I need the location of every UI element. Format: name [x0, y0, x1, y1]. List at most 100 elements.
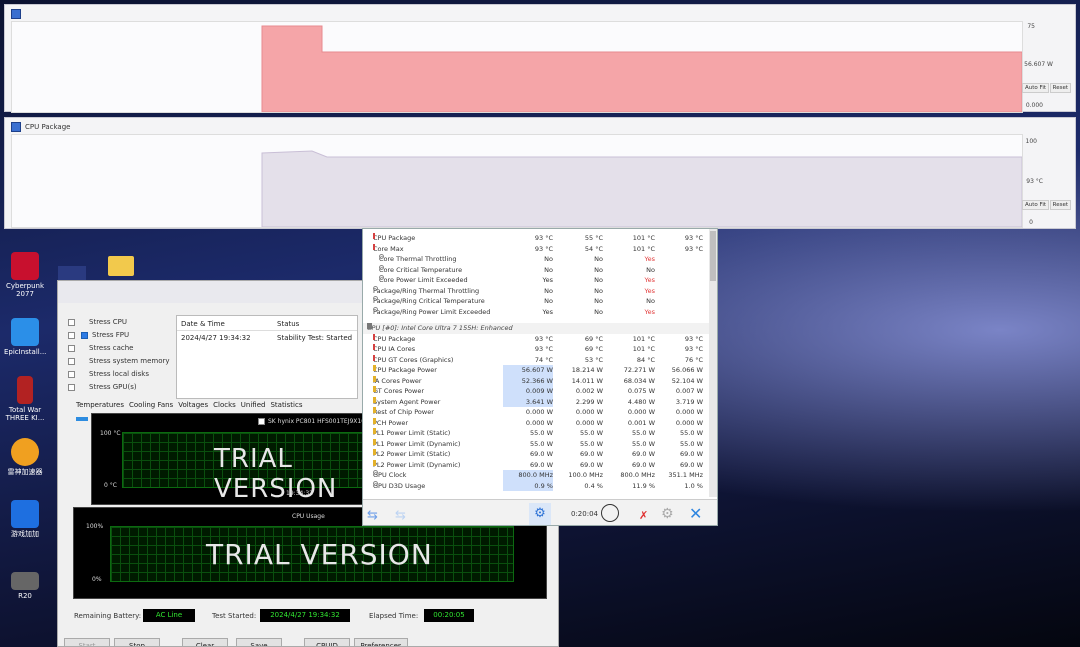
clear-button[interactable]: Clear: [182, 638, 228, 646]
folder-icon[interactable]: [108, 256, 134, 276]
checked-icon: [81, 331, 88, 339]
sensor-average-value: 0.000 W: [675, 418, 703, 427]
power-graph-autofit-button[interactable]: Auto Fit: [1022, 83, 1049, 93]
tab-statistics[interactable]: Statistics: [270, 401, 302, 409]
sensor-row[interactable]: CPU GT Cores (Graphics) 74 °C 53 °C 84 °C 76…: [363, 354, 709, 366]
stress-disks-checkbox[interactable]: [68, 370, 75, 378]
cyberpunk-icon: [11, 252, 39, 280]
reset-icon[interactable]: ✗: [639, 509, 648, 522]
sensor-current-value: 0.009 W: [503, 386, 553, 397]
settings-icon[interactable]: ⚙: [661, 506, 674, 522]
sensor-row[interactable]: Package/Ring Critical Temperature No No No: [363, 296, 709, 307]
cpu-graph-max: 100: [1025, 138, 1037, 145]
tab-clocks[interactable]: Clocks: [213, 401, 236, 409]
stress-gpu-option[interactable]: Stress GPU(s): [68, 383, 137, 391]
desktop-icon-label: Total War THREE KI...: [5, 406, 45, 422]
save-button[interactable]: Save: [236, 638, 282, 646]
arrows-left-right-icon[interactable]: ⇆: [367, 508, 378, 523]
tab-voltages[interactable]: Voltages: [178, 401, 208, 409]
sensor-label: Core Critical Temperature: [379, 264, 463, 274]
cpu-graph-reset-button[interactable]: Reset: [1049, 200, 1071, 210]
sensor-minimum-value: 0.000 W: [575, 408, 603, 416]
sensor-row[interactable]: GT Cores Power 0.009 W 0.002 W 0.075 W 0.007…: [363, 386, 709, 397]
tab-unified[interactable]: Unified: [241, 401, 266, 409]
stress-cpu-option[interactable]: Stress CPU: [68, 318, 127, 326]
sensor-row[interactable]: Package/Ring Power Limit Exceeded Yes No Ye…: [363, 306, 709, 318]
stress-disks-option[interactable]: Stress local disks: [68, 370, 149, 378]
scrollbar-thumb[interactable]: [710, 231, 716, 281]
status-circle-icon: [379, 254, 384, 259]
desktop-icon-r20[interactable]: R20: [4, 572, 46, 600]
cpu-graph-autofit-button[interactable]: Auto Fit: [1022, 200, 1049, 210]
sensor-scrollbar[interactable]: [709, 229, 717, 497]
stress-cache-checkbox[interactable]: [68, 344, 75, 352]
sensor-minimum-value: 55.0 W: [580, 429, 603, 437]
r20-icon: [11, 572, 39, 590]
sensor-average-value: 56.066 W: [671, 366, 703, 374]
sensor-row[interactable]: PL2 Power Limit (Static) 69.0 W 69.0 W 69.0…: [363, 449, 709, 460]
sensor-row[interactable]: GPU D3D Usage 0.9 % 0.4 % 11.9 % 1.0 %: [363, 480, 709, 491]
desktop-icon-cyberpunk[interactable]: Cyberpunk 2077: [4, 252, 46, 298]
sensor-row[interactable]: Rest of Chip Power 0.000 W 0.000 W 0.000 W 0…: [363, 407, 709, 418]
sensor-row[interactable]: CPU IA Cores 93 °C 69 °C 101 °C 93 °C: [363, 344, 709, 355]
desktop-icon-leishen[interactable]: 雷神加速器: [4, 438, 46, 476]
sensor-group-header[interactable]: CPU [#0]: Intel Core Ultra 7 155H: Enhan…: [363, 323, 709, 334]
sensor-row[interactable]: PCH Power 0.000 W 0.000 W 0.001 W 0.000 W: [363, 417, 709, 429]
sensor-status-window: CPU Package 93 °C 55 °C 101 °C 93 °C Core Max…: [362, 228, 718, 526]
sensor-row[interactable]: CPU Package 93 °C 69 °C 101 °C 93 °C: [363, 333, 709, 345]
sensor-current-value: 55.0 W: [530, 439, 553, 448]
sensor-maximum-value: 68.034 W: [623, 376, 655, 385]
stress-memory-option[interactable]: Stress system memory: [68, 357, 170, 365]
close-icon[interactable]: ✕: [689, 504, 702, 523]
desktop-icon-label: 游戏加加: [11, 530, 39, 538]
sensor-row[interactable]: System Agent Power 3.641 W 2.299 W 4.480 W 3…: [363, 396, 709, 407]
sensor-row[interactable]: PL1 Power Limit (Static) 55.0 W 55.0 W 55.0…: [363, 428, 709, 439]
desktop-icon-totalwar[interactable]: Total War THREE KI...: [4, 376, 46, 422]
sensor-label: CPU Package: [373, 233, 416, 242]
stop-button[interactable]: Stop: [114, 638, 160, 646]
cpuid-button[interactable]: CPUID: [304, 638, 350, 646]
cpu-usage-title: CPU Usage: [292, 513, 325, 520]
tab-cooling-fans[interactable]: Cooling Fans: [129, 401, 173, 409]
stress-fpu-option[interactable]: Stress FPU: [68, 331, 129, 339]
legend-checkbox[interactable]: [258, 418, 265, 425]
sensor-current-value: 0.000 W: [525, 408, 553, 416]
sensor-minimum-value: No: [594, 276, 603, 284]
sensor-minimum-value: 2.299 W: [575, 397, 603, 406]
status-circle-icon: [373, 285, 378, 291]
clock-icon[interactable]: [601, 504, 619, 522]
sensor-row[interactable]: CPU Package Power 56.607 W 18.214 W 72.271 …: [363, 365, 709, 376]
sensor-row[interactable]: Core Power Limit Exceeded Yes No Yes: [363, 275, 709, 286]
test-started-label: Test Started:: [212, 612, 257, 620]
preferences-button[interactable]: Preferences: [354, 638, 408, 646]
sensor-row[interactable]: GPU Clock 800.0 MHz 100.0 MHz 800.0 MHz 351.…: [363, 470, 709, 481]
sensor-row[interactable]: Core Thermal Throttling No No Yes: [363, 254, 709, 265]
sensor-row[interactable]: PL2 Power Limit (Dynamic) 69.0 W 69.0 W 69.…: [363, 459, 709, 471]
sensor-minimum-value: No: [594, 286, 603, 295]
stress-fpu-checkbox[interactable]: [68, 331, 75, 339]
stress-memory-checkbox[interactable]: [68, 357, 75, 365]
tab-temperatures[interactable]: Temperatures: [76, 401, 124, 409]
stress-gpu-checkbox[interactable]: [68, 383, 75, 391]
sensor-row[interactable]: Core Max 93 °C 54 °C 101 °C 93 °C: [363, 243, 709, 255]
sensor-minimum-value: 54 °C: [584, 244, 603, 253]
start-button[interactable]: Start: [64, 638, 110, 646]
desktop-icon-epic[interactable]: EpicInstall...: [4, 318, 46, 356]
power-graph-current: 56.607 W: [1024, 61, 1053, 68]
sensor-label: Package/Ring Thermal Throttling: [373, 285, 480, 295]
sensor-row[interactable]: Core Critical Temperature No No No: [363, 264, 709, 276]
desktop-icon-youxijiajia[interactable]: 游戏加加: [4, 500, 46, 538]
sensor-maximum-value: 72.271 W: [623, 366, 655, 374]
sensor-row[interactable]: IA Cores Power 52.366 W 14.011 W 68.034 W 52…: [363, 375, 709, 386]
sensor-row[interactable]: CPU Package 93 °C 55 °C 101 °C 93 °C: [363, 233, 709, 244]
stress-cache-option[interactable]: Stress cache: [68, 344, 133, 352]
power-graph-reset-button[interactable]: Reset: [1049, 83, 1071, 93]
sensor-maximum-value: 69.0 W: [632, 450, 655, 458]
desktop-icon-blank[interactable]: [58, 266, 86, 280]
power-icon: [373, 407, 376, 413]
stress-cpu-checkbox[interactable]: [68, 318, 75, 326]
sensor-row[interactable]: Package/Ring Thermal Throttling No No Yes: [363, 285, 709, 297]
sensor-label: Core Thermal Throttling: [379, 254, 457, 263]
sensor-row[interactable]: PL1 Power Limit (Dynamic) 55.0 W 55.0 W 55.…: [363, 438, 709, 450]
network-icon[interactable]: ⚙: [529, 503, 551, 525]
